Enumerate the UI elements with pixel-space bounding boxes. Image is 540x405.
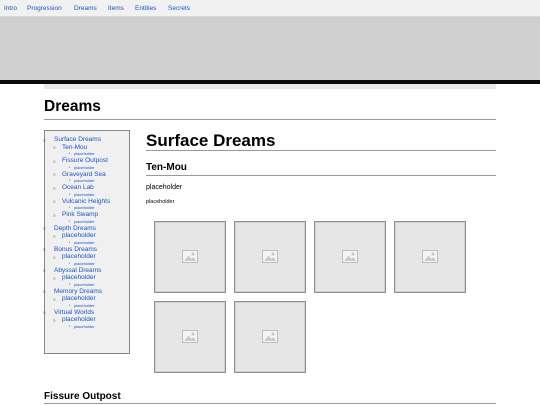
toc-bullet-icon: ▪: [69, 260, 71, 265]
image-placeholder-icon: [182, 330, 198, 343]
toc-bullet-icon: ▪: [69, 151, 71, 155]
gallery-thumbnail[interactable]: [234, 301, 306, 373]
image-placeholder-icon: [422, 250, 438, 263]
toc-link-level-3[interactable]: placeholder: [74, 205, 95, 210]
toc-bullet-icon: ○: [43, 226, 46, 231]
toc-bullet-icon: ○: [43, 268, 46, 273]
page-title: Dreams: [44, 98, 101, 115]
gallery-thumbnail[interactable]: [234, 221, 306, 293]
toc-bullet-icon: ▪: [69, 281, 71, 286]
subsection-title-divider: [146, 175, 496, 176]
section-title-divider: [146, 150, 496, 151]
table-of-contents: ○ Surface Dreams ○ Ten-Mou ▪ placeholder ○ Fiss…: [43, 130, 130, 354]
toc-link-level-3[interactable]: placeholder: [74, 192, 95, 197]
toc-link-level-3[interactable]: placeholder: [74, 219, 95, 224]
toc-bullet-icon: ▪: [69, 323, 71, 328]
nav-link-items[interactable]: Items: [108, 5, 124, 13]
banner-shadow-strip: [44, 84, 496, 89]
paragraph-text: placeholder: [146, 184, 183, 191]
toc-link-level-3[interactable]: placeholder: [74, 240, 95, 245]
toc-bullet-icon: ○: [53, 296, 56, 302]
toc-bullet-icon: ○: [53, 317, 56, 323]
toc-bullet-icon: ▪: [69, 191, 71, 196]
toc-bullet-icon: ▪: [69, 302, 71, 307]
toc-bullet-icon: ○: [53, 275, 56, 281]
toc-link-level-3[interactable]: placeholder: [74, 303, 95, 308]
toc-link-level-3[interactable]: placeholder: [74, 282, 95, 287]
toc-bullet-icon: ○: [43, 247, 46, 252]
top-nav-bar: Intro Progression Dreams Items Entities …: [0, 0, 540, 17]
gallery-thumbnail[interactable]: [314, 221, 386, 293]
header-banner: [0, 17, 540, 80]
toc-bullet-icon: ○: [43, 289, 46, 294]
image-placeholder-icon: [342, 250, 358, 263]
toc-bullet-icon: ○: [53, 212, 56, 218]
toc-link-level-3[interactable]: placeholder: [74, 178, 95, 183]
toc-link-level-3[interactable]: placeholder: [74, 261, 95, 266]
subsection-title: Ten-Mou: [146, 162, 187, 173]
page-title-divider: [44, 119, 496, 120]
toc-bullet-icon: ○: [53, 158, 56, 164]
nav-link-secrets[interactable]: Secrets: [168, 5, 190, 13]
image-placeholder-icon: [262, 330, 278, 343]
toc-bullet-icon: ▪: [69, 239, 71, 244]
toc-bullet-icon: ▪: [69, 205, 71, 209]
toc-bullet-icon: ○: [53, 145, 56, 150]
toc-bullet-icon: ▪: [69, 218, 71, 223]
image-placeholder-icon: [262, 250, 278, 263]
toc-link-level-3[interactable]: placeholder: [74, 151, 95, 156]
toc-bullet-icon: ○: [53, 233, 56, 239]
gallery-thumbnail[interactable]: [154, 301, 226, 373]
nav-link-intro[interactable]: Intro: [4, 5, 17, 13]
next-section-title: Fissure Outpost: [44, 391, 121, 402]
toc-bullet-icon: ○: [43, 310, 46, 315]
toc-bullet-icon: ▪: [69, 178, 71, 182]
toc-link-level-3[interactable]: placeholder: [74, 324, 95, 329]
nav-link-dreams[interactable]: Dreams: [74, 5, 97, 13]
toc-bullet-icon: ○: [53, 185, 56, 191]
section-title: Surface Dreams: [146, 131, 276, 150]
toc-bullet-icon: ▪: [69, 164, 71, 169]
paragraph-small-text: placeholder: [146, 199, 175, 205]
toc-bullet-icon: ○: [53, 172, 56, 177]
toc-link-level-3[interactable]: placeholder: [74, 165, 95, 170]
nav-link-entities[interactable]: Entities: [135, 5, 156, 13]
nav-link-progression[interactable]: Progression: [27, 5, 62, 13]
toc-bullet-icon: ○: [43, 137, 46, 143]
next-section-divider: [44, 403, 496, 404]
toc-bullet-icon: ○: [53, 254, 56, 260]
gallery-thumbnail[interactable]: [154, 221, 226, 293]
gallery-thumbnail[interactable]: [394, 221, 466, 293]
image-placeholder-icon: [182, 250, 198, 263]
toc-bullet-icon: ○: [53, 199, 56, 204]
